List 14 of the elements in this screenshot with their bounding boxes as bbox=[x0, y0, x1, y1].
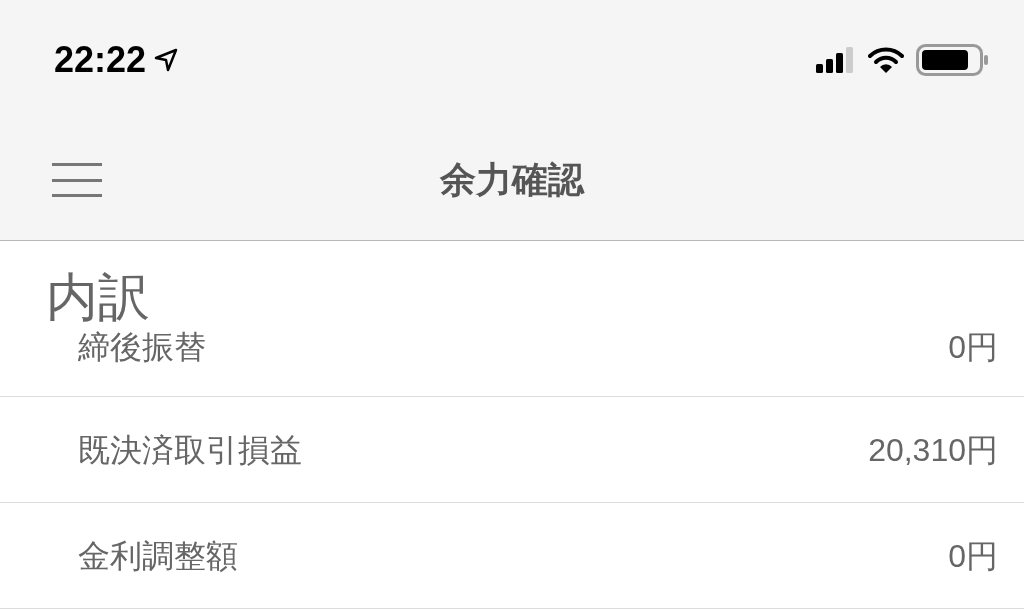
location-arrow-icon bbox=[154, 48, 179, 72]
status-time: 22:22 bbox=[54, 42, 147, 78]
battery-icon bbox=[916, 44, 990, 76]
row-label: 締後振替 bbox=[78, 331, 206, 363]
row-label: 金利調整額 bbox=[78, 539, 238, 572]
row-value: 20,310円 bbox=[868, 433, 998, 466]
wifi-icon bbox=[868, 46, 904, 74]
page-title: 余力確認 bbox=[440, 158, 584, 202]
section-title: 内訳 bbox=[46, 271, 150, 323]
menu-button[interactable] bbox=[52, 160, 102, 200]
signal-icon bbox=[816, 47, 856, 73]
row-label: 既決済取引損益 bbox=[78, 433, 302, 466]
row-value: 0円 bbox=[948, 331, 998, 363]
row-value: 0円 bbox=[948, 539, 998, 572]
